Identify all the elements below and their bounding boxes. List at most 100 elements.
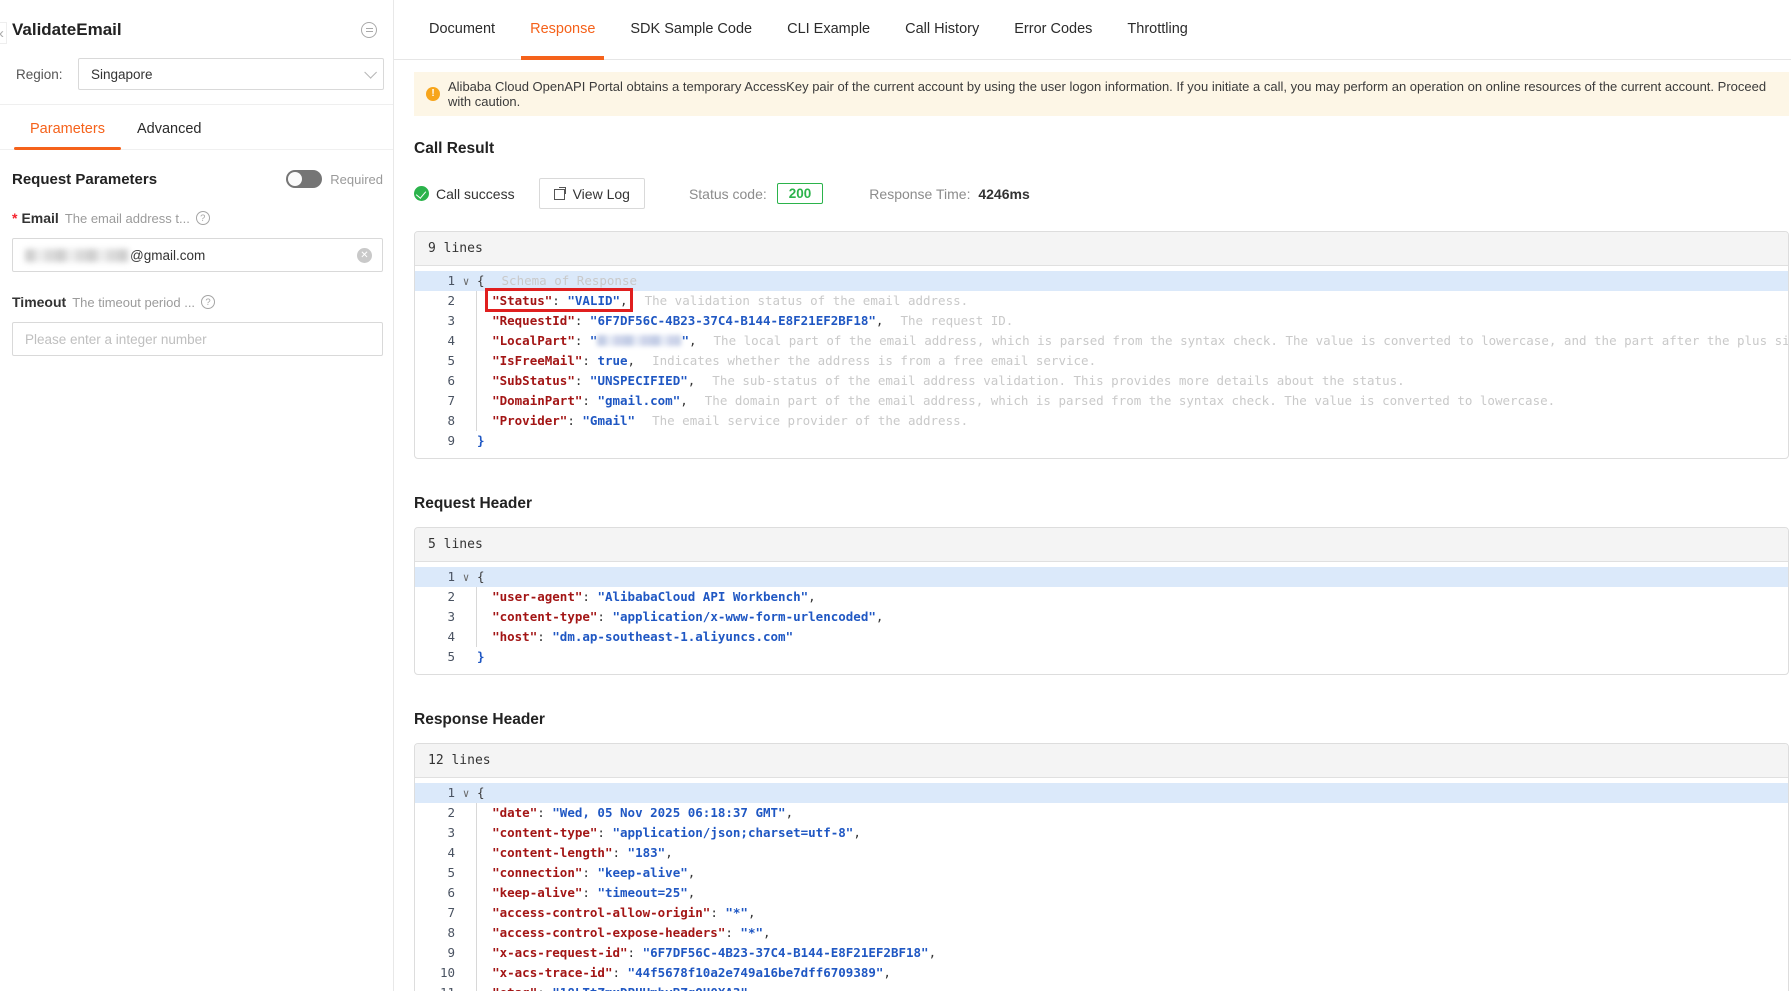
red-annotation-box: "Status": "VALID", <box>492 293 628 308</box>
line-number: 6 <box>447 885 455 900</box>
code-line: 7 "DomainPart": "gmail.com", The domain p… <box>415 391 1788 411</box>
view-log-label: View Log <box>572 185 630 202</box>
line-number: 11 <box>423 983 455 991</box>
line-number: 10 <box>439 965 455 980</box>
code-line: 1 ∨{ <box>415 567 1788 587</box>
tab-throttling[interactable]: Throttling <box>1125 0 1189 60</box>
code-line: 8 "Provider": "Gmail" The email service p… <box>415 411 1788 431</box>
sidebar: ‹ ValidateEmail Region: Singapore Parame… <box>0 0 394 991</box>
region-select[interactable]: Singapore <box>78 58 384 90</box>
line-number: 1 <box>447 785 455 800</box>
timeout-placeholder: Please enter a integer number <box>25 331 207 347</box>
code-block-response-header: 12 lines 1 ∨{2 "date": "Wed, 05 Nov 2025 … <box>414 743 1789 991</box>
api-title: ValidateEmail <box>12 20 122 39</box>
status-code-label: Status code: <box>688 185 767 202</box>
sidebar-tabs: Parameters Advanced <box>0 105 393 150</box>
request-parameters-header: Request Parameters Required <box>0 150 393 188</box>
response-time-group: Response Time: 4246ms <box>869 186 1029 202</box>
fold-chevron-icon[interactable]: ∨ <box>455 272 477 292</box>
main-tabs: Document Response SDK Sample Code CLI Examp… <box>394 0 1791 60</box>
clear-input-icon[interactable]: ✕ <box>357 247 372 263</box>
main-content: ! Alibaba Cloud OpenAPI Portal obtains a… <box>394 60 1791 991</box>
tab-document[interactable]: Document <box>427 0 497 60</box>
line-number: 6 <box>447 373 455 388</box>
help-icon[interactable]: ? <box>201 295 216 309</box>
code-editor: 1 ∨{Schema of Response 2 "Status": "VALID"… <box>415 266 1788 458</box>
collapse-panel-icon[interactable]: ‹ <box>0 22 7 44</box>
code-line: 4 "host": "dm.ap-southeast-1.aliyuncs.co… <box>415 627 1788 647</box>
code-line: 4 "LocalPart": " ", The local part of the … <box>415 331 1788 351</box>
code-line: 6 "SubStatus": "UNSPECIFIED", The sub-sta… <box>415 371 1788 391</box>
email-field-group: * Email The email address t... ? @gmail.… <box>0 188 393 272</box>
line-number: 7 <box>447 393 455 408</box>
view-log-button[interactable]: View Log <box>538 178 645 209</box>
code-line: 3 "RequestId": "6F7DF56C-4B23-37C4-B144-… <box>415 311 1788 331</box>
line-number: 3 <box>447 313 455 328</box>
line-number: 2 <box>447 589 455 604</box>
fold-chevron-icon[interactable]: ∨ <box>455 568 477 588</box>
request-parameters-title: Request Parameters <box>12 170 158 188</box>
required-only-toggle[interactable] <box>286 170 323 188</box>
line-number: 4 <box>447 629 455 644</box>
tab-cli-example[interactable]: CLI Example <box>785 0 872 60</box>
warning-text: Alibaba Cloud OpenAPI Portal obtains a t… <box>448 79 1767 109</box>
email-input[interactable]: @gmail.com ✕ <box>12 238 383 272</box>
call-success-label: Call success <box>436 185 515 202</box>
response-header-heading: Response Header <box>414 711 545 728</box>
line-number: 2 <box>447 805 455 820</box>
accesskey-warning-banner: ! Alibaba Cloud OpenAPI Portal obtains a… <box>414 72 1789 116</box>
tab-error-codes[interactable]: Error Codes <box>1012 0 1094 60</box>
code-line: 8 "access-control-expose-headers": "*", <box>415 923 1788 943</box>
code-line: 3 "content-type": "application/json;char… <box>415 823 1788 843</box>
code-block-lines-count: 9 lines <box>415 232 1788 266</box>
code-line: 1 ∨{ <box>415 783 1788 803</box>
code-editor: 1 ∨{2 "date": "Wed, 05 Nov 2025 06:18:37 … <box>415 778 1788 991</box>
code-block-call-result: 9 lines 1 ∨{Schema of Response 2 "Status":… <box>414 231 1789 459</box>
required-asterisk: * <box>12 210 18 226</box>
code-line: 5} <box>415 647 1788 667</box>
code-line: 5 "IsFreeMail": true, Indicates whether t… <box>415 351 1788 371</box>
fold-chevron-icon[interactable]: ∨ <box>455 784 477 804</box>
status-code-group: Status code: 200 <box>688 183 824 204</box>
line-number: 1 <box>447 569 455 584</box>
timeout-field-group: Timeout The timeout period ... ? Please … <box>0 272 393 356</box>
code-line: 2 "Status": "VALID", The validation statu… <box>415 291 1788 311</box>
code-line: 2 "date": "Wed, 05 Nov 2025 06:18:37 GMT… <box>415 803 1788 823</box>
required-toggle-wrap: Required <box>286 170 383 188</box>
required-toggle-label: Required <box>330 171 383 187</box>
sidebar-tab-advanced[interactable]: Advanced <box>135 121 204 149</box>
tab-call-history[interactable]: Call History <box>903 0 981 60</box>
email-field-hint: The email address t... <box>64 210 190 226</box>
call-result-row: Call success View Log Status code: 200 R… <box>414 178 1789 209</box>
region-select-value: Singapore <box>91 66 153 82</box>
sidebar-tab-parameters[interactable]: Parameters <box>14 121 121 150</box>
help-icon[interactable]: ? <box>195 211 210 225</box>
line-number: 4 <box>447 333 455 348</box>
api-doc-icon[interactable] <box>361 22 377 38</box>
timeout-field-label: Timeout <box>12 294 67 310</box>
line-number: 9 <box>447 433 455 448</box>
call-success-status: Call success <box>414 186 515 202</box>
app-window: ‹ ValidateEmail Region: Singapore Parame… <box>0 0 1791 991</box>
code-line: 9 "x-acs-request-id": "6F7DF56C-4B23-37C… <box>415 943 1788 963</box>
tab-sdk-sample-code[interactable]: SDK Sample Code <box>628 0 754 60</box>
timeout-field-hint: The timeout period ... <box>72 294 196 310</box>
main-panel: Document Response SDK Sample Code CLI Examp… <box>394 0 1791 991</box>
line-number: 8 <box>447 925 455 940</box>
warning-icon: ! <box>426 87 440 101</box>
code-line: 6 "keep-alive": "timeout=25", <box>415 883 1788 903</box>
timeout-input[interactable]: Please enter a integer number <box>12 322 383 356</box>
line-number: 7 <box>447 905 455 920</box>
tab-response[interactable]: Response <box>521 0 605 60</box>
region-row: Region: Singapore <box>0 56 393 105</box>
redacted-email-local-part <box>25 248 129 262</box>
code-line: 2 "user-agent": "AlibabaCloud API Workbe… <box>415 587 1788 607</box>
code-block-lines-count: 5 lines <box>415 528 1788 562</box>
code-line: 9} <box>415 431 1788 451</box>
line-number: 5 <box>447 649 455 664</box>
line-number: 9 <box>447 945 455 960</box>
code-line: 4 "content-length": "183", <box>415 843 1788 863</box>
line-number: 2 <box>447 293 455 308</box>
line-number: 1 <box>447 273 455 288</box>
redacted-value <box>597 335 682 346</box>
